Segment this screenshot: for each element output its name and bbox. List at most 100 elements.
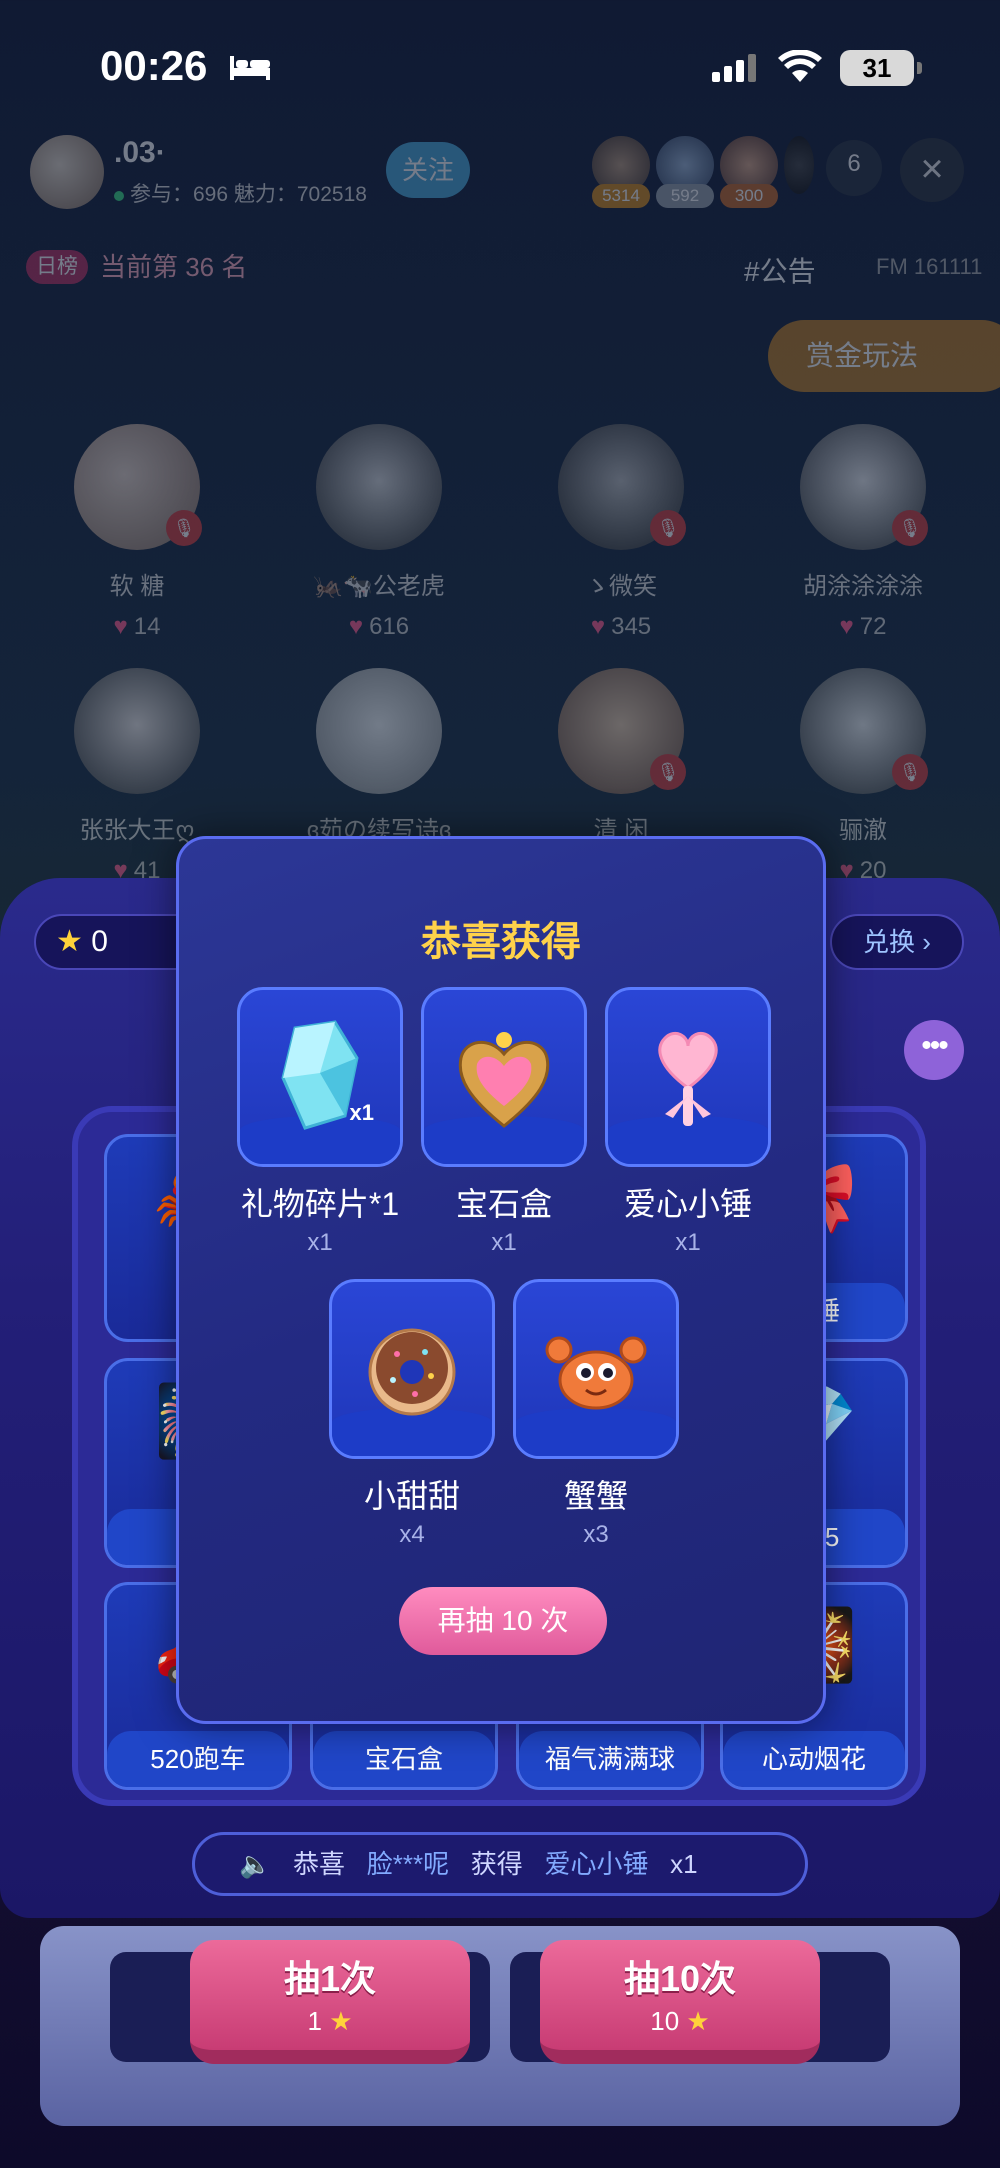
seat-avatar <box>316 424 442 550</box>
host-stats-text: 参与：696 魅力：702518 <box>130 183 367 206</box>
draw-again-button[interactable]: 再抽 10 次 <box>399 1587 607 1655</box>
viewer-avatar[interactable]: 592 <box>656 136 714 208</box>
tile-label: 心动烟花 <box>723 1731 905 1787</box>
rank-text[interactable]: 当前第 36 名 <box>100 250 247 284</box>
mic-muted-icon: 🎙 <box>650 754 686 790</box>
draw-ten-cost: 10 <box>650 2006 680 2036</box>
tile-label: 520跑车 <box>107 1731 289 1787</box>
speaker-icon: 🔈 <box>239 1849 272 1879</box>
draw-ten-button[interactable]: 抽10次 10 ★ <box>540 1940 820 2064</box>
heart-icon: ♥ <box>348 613 364 640</box>
seat-hearts: 345 <box>611 613 652 640</box>
prize-qty: x1 <box>307 1229 333 1256</box>
prize-card <box>513 1279 679 1459</box>
seat-avatar: 🎙 <box>800 668 928 794</box>
seat-avatar <box>74 668 200 794</box>
viewer-avatar[interactable]: 300 <box>720 136 778 208</box>
crystal-badge: x1 <box>349 1100 374 1125</box>
star-icon: ★ <box>56 925 83 958</box>
draw-once-cost: 1 <box>307 2006 322 2036</box>
viewer-avatar[interactable] <box>784 136 814 194</box>
viewer-count[interactable]: 6 <box>826 140 882 196</box>
rank-tag[interactable]: 日榜 <box>26 250 88 284</box>
host-avatar[interactable] <box>30 135 104 209</box>
prize-qty: x1 <box>491 1229 517 1256</box>
mic-seat[interactable]: 🎙 胡涂涂涂涂 ♥ 72 <box>778 424 948 641</box>
viewer-avatar[interactable]: 5314 <box>592 136 650 208</box>
prize-name: 礼物碎片*1 <box>240 1186 400 1222</box>
star-icon: ★ <box>686 2006 710 2036</box>
close-room-button[interactable]: × <box>900 138 964 202</box>
broadcast-item: 爱心小锤 <box>544 1849 649 1879</box>
seat-hearts: 616 <box>369 613 410 640</box>
mic-seat[interactable]: ɞ茹の续写诗ɞ <box>294 668 464 845</box>
prize-name: 小甜甜 <box>363 1478 460 1514</box>
prize-card: x1 <box>237 987 403 1167</box>
viewer-badge: 5314 <box>592 184 650 208</box>
signal-icon <box>712 54 756 82</box>
draw-console <box>40 1926 960 2126</box>
donut-icon <box>368 1328 456 1416</box>
jewel-box-icon <box>458 1032 550 1128</box>
viewer-badge: 592 <box>656 184 714 208</box>
seat-avatar: 🎙 <box>558 424 686 550</box>
seat-avatar: 🎙 <box>74 424 202 550</box>
bounty-button[interactable]: 赏金玩法 <box>768 320 1000 392</box>
prize-name: 爱心小锤 <box>623 1186 752 1222</box>
tile-label: 宝石盒 <box>313 1731 495 1787</box>
broadcast-prefix: 恭喜 <box>293 1849 346 1879</box>
prize-card <box>329 1279 495 1459</box>
draw-ten-label: 抽10次 <box>623 1958 737 1999</box>
win-broadcast: 🔈 恭喜 脸***呢 获得 爱心小锤 x1 <box>192 1832 808 1896</box>
seat-name: ゝ微笑 <box>585 573 657 600</box>
seat-name: 软 糖 <box>109 573 165 600</box>
prize-item: 蟹蟹 x3 <box>513 1279 679 1549</box>
bed-icon <box>230 56 270 80</box>
prize-name: 宝石盒 <box>455 1186 552 1222</box>
prize-card <box>605 987 771 1167</box>
prize-qty: x4 <box>399 1521 425 1548</box>
status-bar: 00:26 31 <box>0 0 1000 130</box>
seat-name: 胡涂涂涂涂 <box>803 573 923 600</box>
seat-hearts: 14 <box>133 613 161 640</box>
mic-muted-icon: 🎙 <box>892 754 928 790</box>
host-stats: 参与：696 魅力：702518 <box>114 178 367 208</box>
notice-button[interactable]: #公告 <box>744 250 816 290</box>
wifi-icon <box>778 50 822 82</box>
exchange-button[interactable]: 兑换 › <box>830 914 964 970</box>
seat-avatar <box>316 668 442 794</box>
prize-item: 爱心小锤 x1 <box>605 987 771 1257</box>
top-viewers[interactable]: 5314 592 300 <box>592 136 814 208</box>
star-icon: ★ <box>329 2006 353 2036</box>
prize-qty: x3 <box>583 1521 609 1548</box>
follow-button[interactable]: 关注 <box>386 142 470 198</box>
mic-muted-icon: 🎙 <box>166 510 202 546</box>
prize-qty: x1 <box>675 1229 701 1256</box>
seat-hearts: 72 <box>859 613 887 640</box>
host-name: .03· <box>114 136 166 169</box>
close-icon: × <box>920 147 944 191</box>
coin-count: 0 <box>91 925 108 958</box>
broadcast-verb: 获得 <box>470 1849 523 1879</box>
viewer-badge: 300 <box>720 184 778 208</box>
seat-avatar: 🎙 <box>800 424 928 550</box>
prize-card <box>421 987 587 1167</box>
mic-muted-icon: 🎙 <box>892 510 928 546</box>
prize-item: 小甜甜 x4 <box>329 1279 495 1549</box>
reward-dialog: 恭喜获得 x1 礼物碎片*1 x1 宝石盒 x1 爱心小锤 x1 小甜甜 x4 … <box>176 836 826 1724</box>
dialog-title: 恭喜获得 <box>421 920 581 964</box>
seat-name: 🦗🐄公老虎 <box>313 573 445 600</box>
more-button[interactable]: ••• <box>904 1020 964 1080</box>
mic-seat[interactable]: 🦗🐄公老虎 ♥ 616 <box>294 424 464 641</box>
draw-once-button[interactable]: 抽1次 1 ★ <box>190 1940 470 2064</box>
tile-label: 福气满满球 <box>519 1731 701 1787</box>
online-dot-icon <box>114 191 124 201</box>
prize-item: 宝石盒 x1 <box>421 987 587 1257</box>
mic-seat[interactable]: 🎙 软 糖 ♥ 14 <box>52 424 222 641</box>
broadcast-qty: x1 <box>670 1849 698 1879</box>
heart-icon: ♥ <box>113 613 128 640</box>
heart-icon: ♥ <box>590 613 606 640</box>
mic-seat[interactable]: 🎙 ゝ微笑 ♥ 345 <box>536 424 706 641</box>
mic-seat[interactable]: 🎙 清 闲 <box>536 668 706 845</box>
crab-icon <box>545 1336 647 1410</box>
